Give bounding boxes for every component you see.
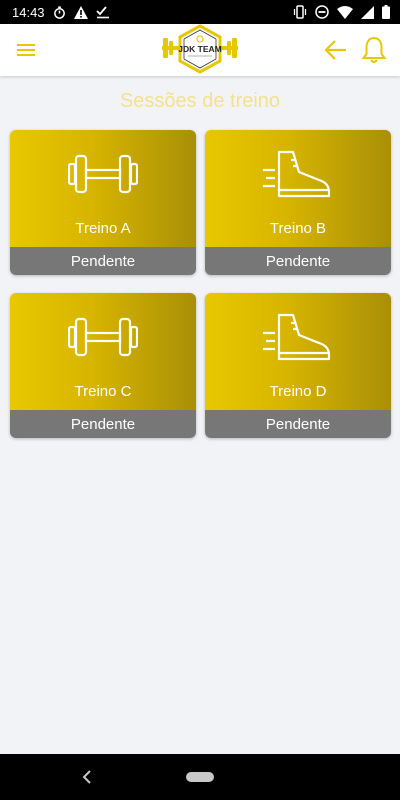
- hamburger-menu-icon: [17, 44, 35, 56]
- system-navigation-bar: [0, 754, 400, 800]
- stopwatch-icon: [53, 5, 65, 19]
- signal-icon: [361, 5, 374, 19]
- dumbbell-icon: [68, 154, 138, 194]
- do-not-disturb-icon: [315, 5, 329, 19]
- chevron-left-icon: [82, 770, 91, 784]
- dumbbell-icon: [68, 317, 138, 357]
- notifications-button[interactable]: [360, 35, 388, 65]
- status-badge: Pendente: [10, 410, 196, 438]
- back-button[interactable]: [322, 37, 350, 63]
- arrow-left-icon: [324, 40, 346, 60]
- card-header: Treino D: [205, 293, 391, 410]
- running-shoe-icon: [263, 313, 331, 361]
- status-bar-right: [293, 5, 390, 19]
- card-title: Treino B: [269, 220, 327, 237]
- vibrate-icon: [293, 5, 307, 19]
- training-card-a[interactable]: Treino A Pendente: [10, 130, 196, 275]
- status-badge: Pendente: [205, 410, 391, 438]
- checklist-icon: [95, 5, 109, 18]
- card-header: Treino B: [205, 130, 391, 247]
- status-badge: Pendente: [205, 247, 391, 275]
- page-title: Sessões de treino: [119, 90, 281, 112]
- status-bar-left: 14:43: [12, 5, 110, 20]
- wifi-icon: [337, 5, 353, 19]
- jdk-team-logo-icon: JDK TEAM: [162, 24, 238, 74]
- training-card-b[interactable]: Treino B Pendente: [205, 130, 391, 275]
- running-shoe-icon: [263, 150, 331, 198]
- card-header: Treino A: [10, 130, 196, 247]
- warning-icon: [73, 5, 88, 19]
- menu-button[interactable]: [14, 38, 40, 62]
- card-title: Treino C: [74, 383, 132, 400]
- card-title: Treino A: [75, 220, 131, 237]
- status-badge: Pendente: [10, 247, 196, 275]
- card-title: Treino D: [269, 383, 327, 400]
- status-time: 14:43: [12, 4, 45, 20]
- card-header: Treino C: [10, 293, 196, 410]
- app-logo: JDK TEAM: [160, 24, 240, 74]
- logo-text: JDK TEAM: [178, 44, 221, 54]
- status-bar: 14:43: [0, 0, 400, 24]
- nav-home-button[interactable]: [186, 772, 214, 782]
- app-header: JDK TEAM: [0, 24, 400, 76]
- nav-back-button[interactable]: [80, 768, 94, 786]
- battery-icon: [382, 5, 390, 19]
- bell-icon: [361, 36, 387, 63]
- training-card-d[interactable]: Treino D Pendente: [205, 293, 391, 438]
- training-card-c[interactable]: Treino C Pendente: [10, 293, 196, 438]
